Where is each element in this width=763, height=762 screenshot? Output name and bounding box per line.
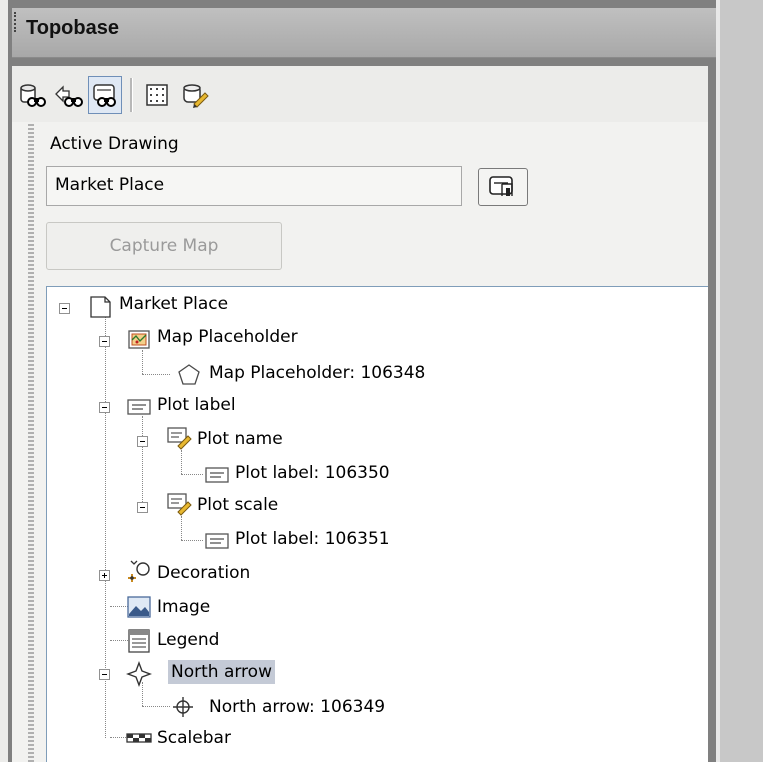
tree-node-north-arrow[interactable]: North arrow [168,660,275,684]
tree-connector [181,474,203,475]
grid-layout-icon [146,84,168,106]
map-select-icon [489,176,513,196]
collapse-toggle[interactable] [99,402,110,413]
collapse-toggle[interactable] [99,336,110,347]
pentagon-icon [178,364,200,385]
panel-title: Topobase [26,17,119,39]
label-icon [205,533,229,549]
active-drawing-value: Market Place [55,175,165,195]
dataset-search-icon [55,85,83,107]
label-icon [127,399,151,415]
edit-database-icon [183,84,209,108]
label-edit-icon [167,493,192,516]
collapse-toggle[interactable] [99,669,110,680]
tree-node-map-placeholder[interactable]: Map Placeholder [154,325,301,349]
select-drawing-button[interactable] [478,168,528,206]
grid-layout-button[interactable] [140,76,174,114]
tree-node-plot-label-106350[interactable]: Plot label: 106350 [232,461,393,485]
map-placeholder-icon [128,330,150,349]
window-margin [0,0,8,762]
label-edit-icon [167,427,192,450]
crosshair-icon [173,697,193,717]
tree-connector [142,706,170,707]
dataset-search-button[interactable] [52,76,86,114]
collapse-toggle[interactable] [137,502,148,513]
tree-node-plot-name[interactable]: Plot name [194,427,286,451]
tree-node-plot-scale[interactable]: Plot scale [194,493,281,517]
tree-connector [142,350,143,374]
tree-node-market-place[interactable]: Market Place [116,292,231,316]
tree-node-legend[interactable]: Legend [154,628,222,652]
image-icon [127,596,151,618]
map-search-button[interactable] [88,76,122,114]
legend-icon [128,629,150,653]
tree-node-scalebar[interactable]: Scalebar [154,726,234,750]
edit-database-button[interactable] [178,76,212,114]
active-drawing-label: Active Drawing [50,134,179,154]
decoration-icon [128,560,150,582]
drawing-area-edge [716,0,763,762]
scalebar-icon [126,733,152,743]
expand-toggle[interactable] [99,570,110,581]
toolbar-separator [130,78,133,112]
tree-node-map-placeholder-106348[interactable]: Map Placeholder: 106348 [206,361,428,385]
document-icon [90,296,111,318]
tree-node-plot-label-106351[interactable]: Plot label: 106351 [232,527,393,551]
active-drawing-select[interactable]: Market Place [46,166,462,206]
layout-tree[interactable] [46,286,708,762]
collapse-toggle[interactable] [59,303,70,314]
tree-connector [181,540,203,541]
map-search-icon [93,84,116,107]
search-data-icon [20,84,46,107]
tree-connector [142,374,170,375]
collapse-toggle[interactable] [137,436,148,447]
search-data-button[interactable] [16,76,50,114]
north-arrow-icon [126,661,152,687]
resize-grip[interactable] [28,124,34,762]
tree-node-north-arrow-106349[interactable]: North arrow: 106349 [206,695,388,719]
tree-connector [181,516,182,540]
tree-node-plot-label[interactable]: Plot label [154,393,239,417]
capture-map-button[interactable]: Capture Map [46,222,282,270]
tree-connector [181,450,182,474]
label-icon [205,467,229,483]
tree-node-image[interactable]: Image [154,595,213,619]
drag-grip-icon[interactable] [14,12,21,32]
tree-node-decoration[interactable]: Decoration [154,561,253,585]
tree-connector [142,416,143,506]
